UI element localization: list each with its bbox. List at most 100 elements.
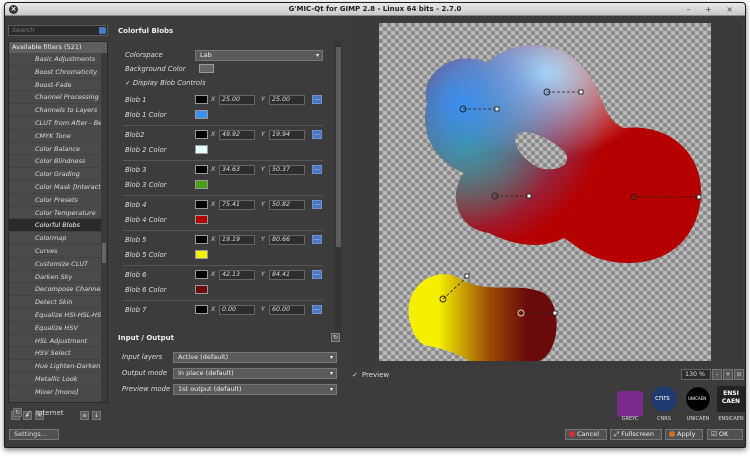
window-controls[interactable]: – + ×: [687, 3, 740, 16]
output-mode-select[interactable]: In place (default) ▾: [173, 368, 337, 379]
checkbox-icon[interactable]: ✓: [352, 371, 358, 379]
fullscreen-button[interactable]: ⤢ Fullscreen: [610, 429, 662, 440]
filter-item[interactable]: Darken Sky: [9, 271, 107, 284]
filter-item[interactable]: Boost Chromaticity: [9, 66, 107, 79]
preview-toggle[interactable]: ✓ Preview: [352, 371, 389, 379]
filter-item[interactable]: Mixer [mono]: [9, 386, 107, 399]
display-controls-label[interactable]: ✓ Display Blob Controls: [125, 79, 206, 87]
cancel-button[interactable]: Cancel: [565, 429, 607, 440]
x-input[interactable]: 0.00: [219, 305, 255, 315]
search-input[interactable]: Search: [8, 25, 108, 36]
filter-item[interactable]: Color Temperature: [9, 207, 107, 220]
x-input[interactable]: 49.92: [219, 130, 255, 140]
y-input[interactable]: 50.82: [269, 200, 305, 210]
filter-item[interactable]: HSV Select: [9, 347, 107, 361]
filter-item[interactable]: Customize CLUT: [9, 258, 107, 271]
checkbox-icon[interactable]: ✓: [26, 409, 32, 417]
more-icon[interactable]: …: [312, 130, 322, 139]
filter-item[interactable]: Color Presets: [9, 194, 107, 207]
filter-item[interactable]: Hue Lighten-Darken: [9, 360, 107, 373]
params-scrollbar[interactable]: [335, 41, 342, 341]
blob-color-swatch[interactable]: [195, 145, 208, 154]
blob-point-color[interactable]: [195, 165, 208, 174]
download-icon[interactable]: ↓: [92, 411, 101, 420]
y-input[interactable]: 19.94: [269, 130, 305, 140]
y-input[interactable]: 50.37: [269, 165, 305, 175]
more-icon[interactable]: …: [312, 95, 322, 104]
x-input[interactable]: 19.19: [219, 235, 255, 245]
refresh-icon[interactable]: ↻: [13, 408, 22, 417]
x-input[interactable]: 34.63: [219, 165, 255, 175]
filter-item[interactable]: Colorful Blobs: [9, 219, 107, 233]
zoom-out-icon[interactable]: –: [712, 369, 722, 380]
check-icon[interactable]: ✓: [125, 79, 133, 87]
blob-point-color[interactable]: [195, 235, 208, 244]
blob1-radius-handle[interactable]: [494, 106, 500, 112]
filter-item[interactable]: Detect Skin: [9, 296, 107, 309]
blob-color-swatch[interactable]: [195, 285, 208, 294]
preview-mode-select[interactable]: 1st output (default) ▾: [173, 384, 337, 395]
x-input[interactable]: 42.13: [219, 270, 255, 280]
filter-scrollbar[interactable]: [101, 53, 107, 402]
internet-toggle[interactable]: ↻ ✓ Internet: [13, 408, 64, 417]
filter-item[interactable]: Color Blindness: [9, 155, 107, 169]
blob-point-color[interactable]: [195, 270, 208, 279]
y-input[interactable]: 60.00: [269, 305, 305, 315]
blob-point-color[interactable]: [195, 130, 208, 139]
preview-area[interactable]: [351, 21, 741, 366]
more-icon[interactable]: …: [312, 200, 322, 209]
filter-item[interactable]: Decompose Channel: [9, 283, 107, 297]
blob-color-swatch[interactable]: [195, 180, 208, 189]
expand-icon[interactable]: ≡: [80, 411, 89, 420]
filter-item[interactable]: Curves: [9, 245, 107, 258]
scrollbar-thumb[interactable]: [102, 243, 106, 263]
filter-tree-header[interactable]: Available filters (521): [9, 42, 107, 53]
blob-color-swatch[interactable]: [195, 110, 208, 119]
y-input[interactable]: 80.66: [269, 235, 305, 245]
settings-button[interactable]: Settings...: [9, 429, 59, 440]
blob-point-color[interactable]: [195, 305, 208, 314]
filter-item[interactable]: Color Grading: [9, 168, 107, 181]
filter-item[interactable]: Channels to Layers: [9, 104, 107, 117]
zoom-fit-icon[interactable]: ⊙: [734, 369, 744, 380]
filter-item[interactable]: HSL Adjustment: [9, 335, 107, 348]
filter-item[interactable]: Boost-Fade: [9, 79, 107, 92]
x-input[interactable]: 75.41: [219, 200, 255, 210]
more-icon[interactable]: …: [312, 165, 322, 174]
blob6-radius-handle[interactable]: [552, 310, 558, 316]
filter-item[interactable]: Basic Adjustments: [9, 53, 107, 66]
blob5-radius-handle[interactable]: [464, 273, 470, 279]
colorspace-select[interactable]: Lab ▾: [195, 50, 323, 61]
apply-button[interactable]: Apply: [665, 429, 703, 440]
filter-item[interactable]: Equalize HSI-HSL-HS: [9, 309, 107, 322]
blob-point-color[interactable]: [195, 95, 208, 104]
blobs-render[interactable]: [379, 23, 711, 361]
preview-canvas[interactable]: [379, 23, 711, 361]
zoom-field[interactable]: 130 %: [681, 369, 711, 380]
filter-item[interactable]: Color Mask [Interacti: [9, 181, 107, 194]
filter-tree[interactable]: Available filters (521) Basic Adjustment…: [8, 41, 108, 403]
ok-button[interactable]: ☑ OK: [707, 429, 743, 440]
filter-item[interactable]: Equalize HSV: [9, 322, 107, 335]
y-input[interactable]: 25.00: [269, 95, 305, 105]
input-layers-select[interactable]: Active (default) ▾: [173, 352, 337, 363]
blob2-radius-handle[interactable]: [578, 89, 584, 95]
filter-item[interactable]: CLUT from After - Be: [9, 117, 107, 130]
filter-item[interactable]: Colormap: [9, 232, 107, 245]
collapse-icon[interactable]: ↻: [331, 333, 340, 342]
blob-color-swatch[interactable]: [195, 250, 208, 259]
params-scrollbar-thumb[interactable]: [336, 47, 341, 247]
filter-item[interactable]: CMYK Tone: [9, 130, 107, 143]
x-input[interactable]: 25.00: [219, 95, 255, 105]
blob-color-swatch[interactable]: [195, 215, 208, 224]
search-icon[interactable]: [99, 27, 106, 34]
more-icon[interactable]: …: [312, 305, 322, 314]
filter-item[interactable]: Channel Processing: [9, 91, 107, 105]
bg-color-swatch[interactable]: [199, 64, 214, 73]
zoom-in-icon[interactable]: +: [723, 369, 733, 380]
blob-point-color[interactable]: [195, 200, 208, 209]
blob4-radius-handle[interactable]: [696, 194, 702, 200]
filter-item[interactable]: Metallic Look: [9, 373, 107, 386]
blob3-radius-handle[interactable]: [526, 193, 532, 199]
filter-item[interactable]: Color Balance: [9, 143, 107, 156]
